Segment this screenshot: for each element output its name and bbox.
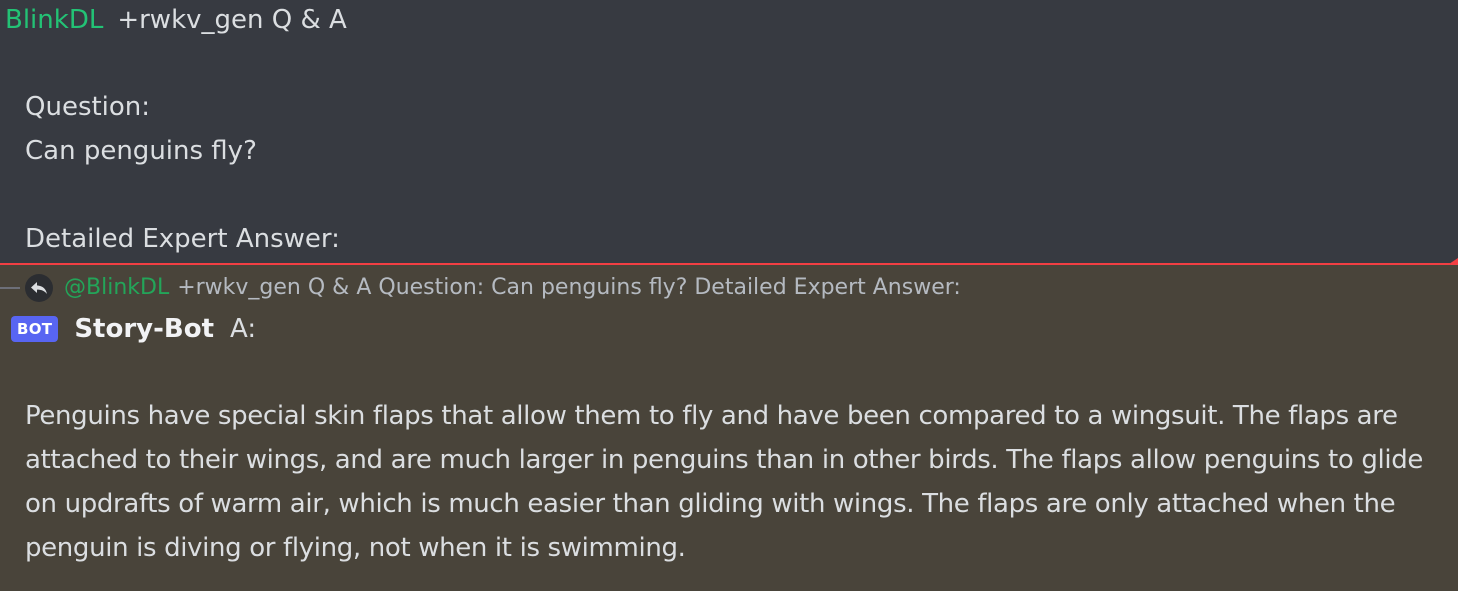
reply-reference[interactable]: @BlinkDL +rwkv_gen Q & A Question: Can p… (25, 273, 961, 303)
message-header: BlinkDL +rwkv_gen Q & A (5, 2, 347, 38)
message-line: Detailed Expert Answer: (25, 224, 340, 254)
answer-prefix: A: (230, 314, 257, 344)
reply-preview[interactable]: +rwkv_gen Q & A Question: Can penguins f… (177, 273, 961, 303)
username[interactable]: Story-Bot (74, 314, 214, 344)
reply-arrow-icon (25, 274, 53, 302)
message-content: Question: Can penguins fly? Detailed Exp… (25, 85, 340, 261)
message-user: BlinkDL +rwkv_gen Q & A Question: Can pen… (0, 0, 1458, 264)
reply-mention[interactable]: @BlinkDL (64, 273, 169, 303)
message-bot: @BlinkDL +rwkv_gen Q & A Question: Can p… (0, 265, 1458, 591)
command-text: +rwkv_gen Q & A (117, 5, 347, 35)
message-content: Penguins have special skin flaps that al… (25, 401, 1424, 563)
reply-spine (0, 287, 20, 289)
message-line-blank (25, 173, 340, 217)
username[interactable]: BlinkDL (5, 5, 103, 35)
message-header: BOT Story-Bot A: (11, 309, 256, 349)
message-line: Can penguins fly? (25, 136, 257, 166)
bot-badge: BOT (11, 316, 59, 342)
message-line: Question: (25, 92, 151, 122)
